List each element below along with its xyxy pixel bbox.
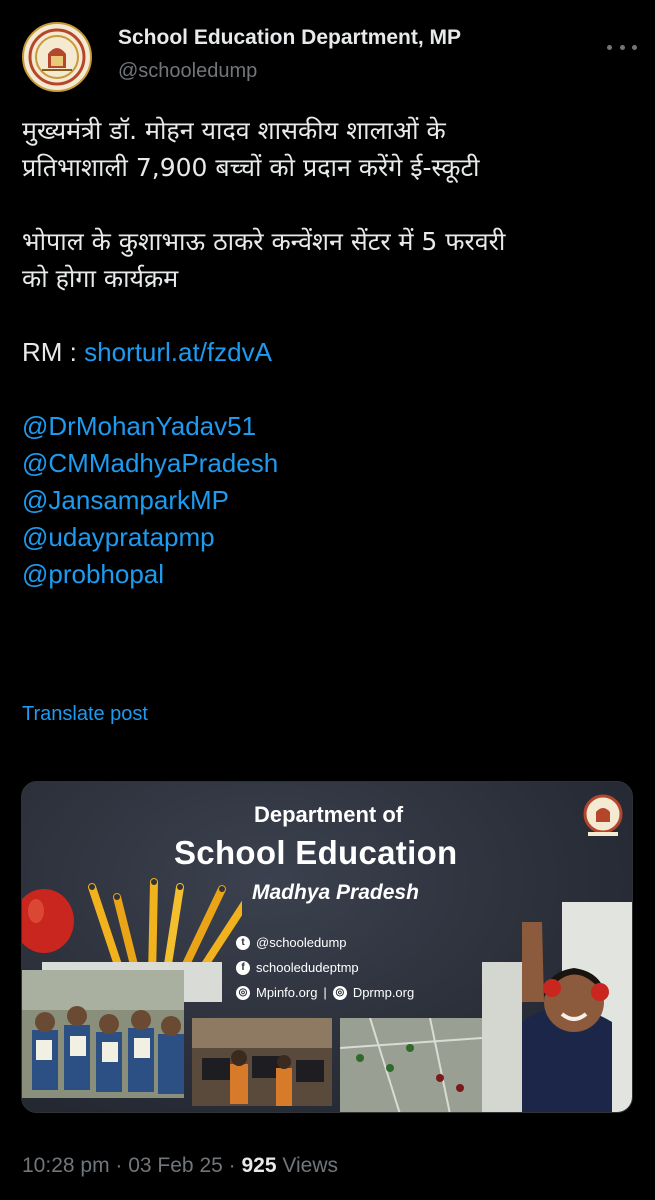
translate-post-link[interactable]: Translate post	[22, 703, 148, 726]
mention-link[interactable]: @DrMohanYadav51	[22, 408, 637, 445]
media-web1: Mpinfo.org	[256, 985, 318, 1000]
media-web-row: ◎ Mpinfo.org | ◎ Dprmp.org	[236, 985, 414, 1000]
post-text-line: भोपाल के कुशाभाऊ ठाकरे कन्वेंशन सेंटर मे…	[22, 227, 506, 256]
student-girl-photo	[482, 902, 632, 1112]
media-twitter-row: t @schooledump	[236, 935, 347, 950]
mention-link[interactable]: @probhopal	[22, 556, 637, 593]
rm-label: RM :	[22, 337, 85, 367]
post-text: मुख्यमंत्री डॉ. मोहन यादव शासकीय शालाओं …	[22, 112, 637, 593]
views-count: 925	[241, 1154, 277, 1177]
computer-lab-photo	[192, 1018, 332, 1106]
meta-separator: ·	[109, 1154, 129, 1177]
short-url-link[interactable]: shorturl.at/fzdvA	[84, 337, 272, 367]
media-web-separator: |	[323, 985, 327, 1000]
post-media-image[interactable]: Department of School Education Madhya Pr…	[21, 781, 633, 1113]
account-handle[interactable]: @schooledump	[118, 60, 257, 83]
media-title-line3: Madhya Pradesh	[252, 881, 419, 904]
post-text-line: मुख्यमंत्री डॉ. मोहन यादव शासकीय शालाओं …	[22, 116, 446, 145]
globe-icon: ◎	[236, 985, 250, 1000]
globe-icon: ◎	[332, 985, 347, 1000]
mention-link[interactable]: @udaypratapmp	[22, 519, 637, 556]
views-label: Views	[276, 1154, 339, 1177]
post-text-line: प्रतिभाशाली 7,900 बच्चों को प्रदान करेंग…	[22, 153, 480, 182]
students-photo	[22, 970, 184, 1098]
mp-government-emblem	[583, 794, 623, 836]
account-avatar[interactable]	[22, 22, 92, 92]
twitter-bird-icon: t	[236, 935, 250, 950]
media-twitter-handle: @schooledump	[256, 935, 347, 950]
meta-separator: ·	[222, 1154, 242, 1177]
facebook-icon: f	[236, 960, 250, 975]
playground-photo	[340, 1018, 482, 1112]
media-facebook-handle: schooledudeptmp	[256, 960, 359, 975]
media-web2: Dprmp.org	[352, 985, 415, 1000]
rm-line: RM : shorturl.at/fzdvA	[22, 334, 637, 371]
mention-link[interactable]: @JansamparkMP	[22, 482, 637, 519]
post-text-line: को होगा कार्यक्रम	[22, 264, 179, 293]
post-time[interactable]: 10:28 pm	[22, 1154, 110, 1177]
media-facebook-row: f schooledudeptmp	[236, 960, 359, 975]
account-display-name[interactable]: School Education Department, MP	[118, 26, 461, 50]
mention-link[interactable]: @CMMadhyaPradesh	[22, 445, 637, 482]
more-options-icon[interactable]	[607, 36, 637, 58]
media-title-line1: Department of	[254, 802, 404, 827]
post-date[interactable]: 03 Feb 25	[128, 1154, 223, 1177]
post-header: School Education Department, MP @schoole…	[22, 22, 637, 92]
post-meta: 10:28 pm · 03 Feb 25 · 925 Views	[22, 1154, 338, 1178]
government-emblem-logo	[26, 26, 88, 88]
media-title-line2: School Education	[174, 834, 458, 871]
